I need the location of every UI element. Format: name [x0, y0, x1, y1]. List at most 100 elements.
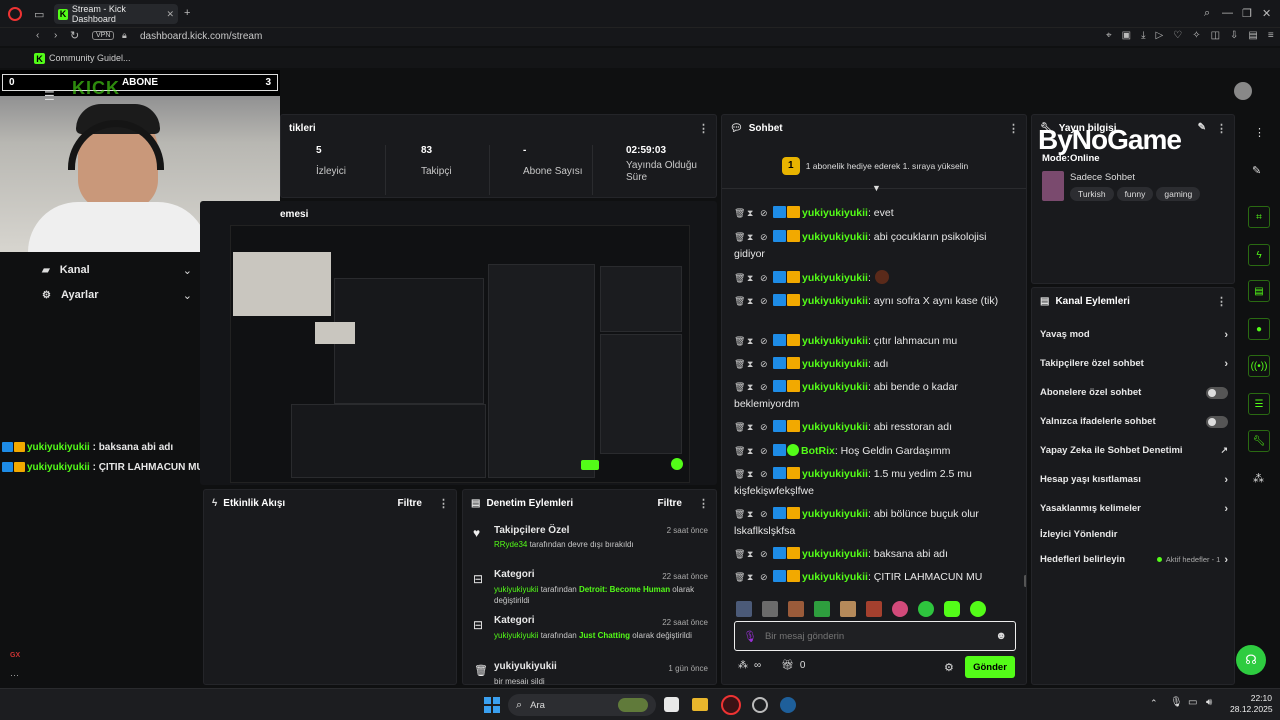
send-button[interactable]: Gönder	[965, 656, 1015, 678]
chat-scrollbar[interactable]	[1024, 575, 1026, 587]
action-followers-only[interactable]: Takipçilere özel sohbet ›	[1032, 349, 1236, 378]
network-icon[interactable]: ▭	[1188, 697, 1197, 708]
microphone-icon[interactable]: 🎙︎	[1170, 697, 1183, 708]
emote-icon[interactable]	[944, 601, 960, 617]
emote-icon[interactable]	[840, 601, 856, 617]
opera-gx-taskbar-icon[interactable]	[721, 695, 741, 715]
timeout-icon[interactable]: ⧗	[747, 333, 760, 350]
menu-icon[interactable]: ≡	[1268, 30, 1274, 41]
action-raid[interactable]: İzleyici Yönlendir	[1032, 523, 1236, 545]
restore-icon[interactable]: ❐	[1242, 7, 1252, 20]
chat-username[interactable]: yukiyukiyukii	[802, 548, 868, 560]
kebab-menu-icon[interactable]: ⋮	[1216, 295, 1227, 308]
emote-icon[interactable]	[918, 601, 934, 617]
file-explorer-icon[interactable]	[692, 698, 708, 711]
tag[interactable]: gaming	[1156, 187, 1201, 201]
ban-icon[interactable]: ⊘	[760, 229, 773, 246]
timeout-icon[interactable]: ⧗	[747, 569, 760, 586]
ban-icon[interactable]: ⊘	[760, 546, 773, 563]
timeout-icon[interactable]: ⧗	[747, 229, 760, 246]
mod-item-target[interactable]: Just Chatting	[579, 631, 630, 640]
hamburger-icon[interactable]: ☰	[44, 89, 55, 103]
back-icon[interactable]: ‹	[36, 30, 39, 41]
chat-username[interactable]: BotRix	[801, 445, 835, 457]
obs-icon[interactable]	[752, 697, 768, 713]
sidebar-item-ayarlar[interactable]: ⚙ Ayarlar ⌄	[42, 285, 192, 305]
ban-icon[interactable]: ⊘	[760, 293, 773, 310]
forward-icon[interactable]: ›	[54, 30, 57, 41]
delete-message-icon[interactable]: 🗑︎	[734, 293, 747, 310]
mod-item-actor[interactable]: RRyde34	[494, 540, 527, 549]
kebab-menu-icon[interactable]: ⋮	[1254, 126, 1265, 139]
ban-icon[interactable]: ⊘	[760, 443, 773, 460]
subscribers-only-toggle[interactable]	[1206, 386, 1228, 399]
action-set-goals[interactable]: Hedefleri belirleyin Aktif hedefler - 1 ›	[1032, 545, 1236, 574]
kebab-menu-icon[interactable]: ⋮	[438, 497, 449, 510]
tab-overview-icon[interactable]: ▭	[34, 8, 44, 21]
action-ai-moderation[interactable]: Yapay Zeka ile Sohbet Denetimi ↗	[1032, 436, 1236, 465]
delete-message-icon[interactable]: 🗑︎	[734, 229, 747, 246]
timeout-icon[interactable]: ⧗	[747, 205, 760, 222]
emote-icon[interactable]	[866, 601, 882, 617]
avatar[interactable]	[1234, 82, 1252, 100]
tab-close-icon[interactable]: ✕	[166, 9, 174, 20]
tag[interactable]: funny	[1116, 187, 1154, 201]
downloads-icon[interactable]: ⇩	[1230, 30, 1238, 41]
edit-pencil-icon[interactable]: ✎	[1252, 164, 1261, 177]
chat-button[interactable]: ●	[1248, 318, 1270, 340]
chat-username[interactable]: yukiyukiyukii	[802, 358, 868, 370]
timeout-icon[interactable]: ⧗	[747, 356, 760, 373]
kebab-menu-icon[interactable]: ⋮	[698, 122, 709, 135]
action-account-age[interactable]: Hesap yaşı kısıtlaması ›	[1032, 465, 1236, 494]
chat-username[interactable]: yukiyukiyukii	[802, 571, 868, 583]
action-slow-mode[interactable]: Yavaş mod ›	[1032, 320, 1236, 349]
ban-icon[interactable]: ⊘	[760, 379, 773, 396]
scroll-down-icon[interactable]: ▼	[872, 183, 881, 193]
chat-username[interactable]: yukiyukiyukii	[802, 335, 868, 347]
kebab-menu-icon[interactable]: ⋮	[1216, 122, 1227, 135]
stream-preview-video[interactable]	[230, 225, 690, 483]
delete-message-icon[interactable]: 🗑︎	[734, 419, 747, 436]
taskbar-search[interactable]: ⌕ Ara	[508, 694, 656, 716]
ban-icon[interactable]: ⊘	[760, 506, 773, 523]
play-icon[interactable]: ▷	[1156, 30, 1164, 41]
close-window-icon[interactable]: ✕	[1262, 7, 1271, 20]
timeout-icon[interactable]: ⧗	[747, 546, 760, 563]
ban-icon[interactable]: ⊘	[760, 270, 773, 287]
bookmark-community-guidelines[interactable]: Community Guidel...	[49, 53, 131, 63]
snapshot-icon[interactable]: ▣	[1122, 30, 1131, 41]
chat-username[interactable]: yukiyukiyukii	[802, 421, 868, 433]
layout-button[interactable]: ☰	[1248, 393, 1270, 415]
timeout-icon[interactable]: ⧗	[747, 466, 760, 483]
chat-input-box[interactable]: 🎙︎ ☻	[734, 621, 1016, 651]
new-tab-icon[interactable]: +	[184, 7, 190, 19]
action-emote-only[interactable]: Yalnızca ifadelerle sohbet	[1032, 407, 1236, 436]
ban-icon[interactable]: ⊘	[760, 466, 773, 483]
action-subscribers-only[interactable]: Abonelere özel sohbet	[1032, 378, 1236, 407]
tools-button[interactable]: 🔧︎	[1248, 430, 1270, 452]
timeout-icon[interactable]: ⧗	[747, 379, 760, 396]
mod-item-actor[interactable]: yukiyukiyukii	[494, 585, 538, 594]
opera-logo-icon[interactable]	[8, 7, 22, 21]
clip-button[interactable]: ⌗	[1248, 206, 1270, 228]
search-icon[interactable]: ⌕	[1204, 7, 1210, 20]
help-button[interactable]: ☊	[1236, 645, 1266, 675]
steam-icon[interactable]	[780, 697, 796, 713]
emote-icon[interactable]	[892, 601, 908, 617]
extensions-icon[interactable]: ✧	[1192, 30, 1200, 41]
gallery-icon[interactable]: ▤	[1248, 30, 1257, 41]
download-page-icon[interactable]: ⤓	[1141, 30, 1145, 41]
gift-icon[interactable]: 🎁︎	[781, 660, 794, 671]
chat-username[interactable]: yukiyukiyukii	[802, 231, 868, 243]
chat-username[interactable]: yukiyukiyukii	[802, 272, 868, 284]
delete-message-icon[interactable]: 🗑︎	[734, 506, 747, 523]
emote-icon[interactable]	[736, 601, 752, 617]
minimize-icon[interactable]: —	[1222, 7, 1233, 19]
flash-button[interactable]: ϟ	[1248, 244, 1270, 266]
chat-input[interactable]	[764, 630, 988, 642]
volume-icon[interactable]: 🔊︎	[1206, 697, 1212, 708]
timeout-icon[interactable]: ⧗	[747, 506, 760, 523]
delete-message-icon[interactable]: 🗑︎	[734, 356, 747, 373]
chat-username[interactable]: yukiyukiyukii	[802, 207, 868, 219]
task-view-icon[interactable]	[664, 697, 679, 712]
